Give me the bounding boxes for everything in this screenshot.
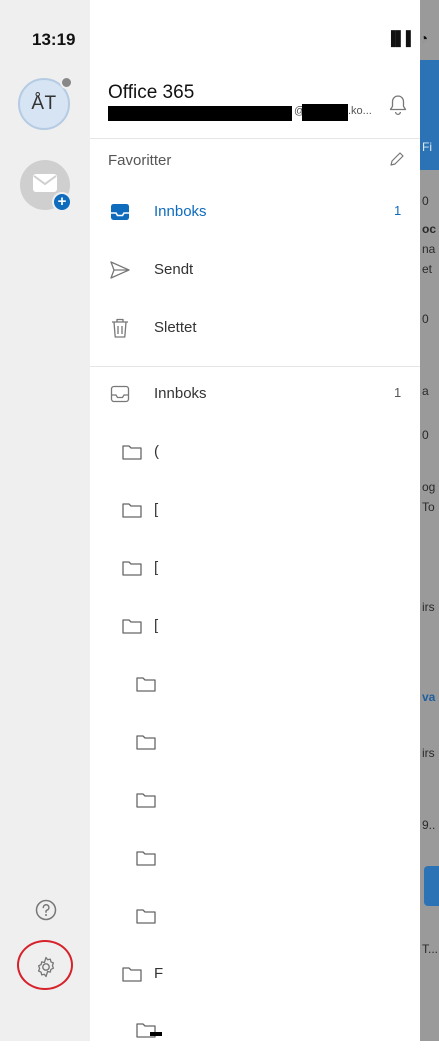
folder-label: [: [154, 617, 159, 634]
account-name: Office 365: [108, 82, 195, 103]
redacted-email-domain: [302, 104, 348, 121]
mail-icon: [32, 173, 58, 198]
favorites-heading: Favoritter: [108, 152, 172, 169]
folder-item-inbox[interactable]: Innboks 1: [90, 372, 420, 420]
mail-snippet: va: [422, 690, 436, 704]
inbox-icon: [108, 200, 132, 224]
folder-label: [: [154, 501, 159, 518]
folder-drawer: Office 365 @ .ko... Favoritter Innboks 1: [90, 0, 420, 1041]
trash-icon: [108, 316, 132, 340]
mail-snippet: T...: [422, 942, 439, 956]
unread-count: 1: [394, 203, 402, 218]
mail-snippet: 0: [422, 428, 429, 442]
divider: [90, 138, 420, 139]
dimmed-mail-list[interactable]: Fi 0 oc na et 0 a 0 og To irs va irs 9..…: [420, 0, 439, 1041]
mail-snippet: 0: [422, 312, 429, 326]
compose-button[interactable]: [424, 866, 439, 906]
unread-count: 1: [394, 385, 402, 400]
folder-icon: [120, 962, 144, 986]
folder-icon: [134, 1018, 158, 1042]
redacted-email-part: [108, 106, 292, 121]
subfolder-item[interactable]: [90, 1008, 420, 1056]
redacted-folder-name: [150, 1032, 162, 1036]
subfolder-item[interactable]: [90, 836, 420, 884]
subfolder-item[interactable]: [90, 720, 420, 768]
divider: [90, 366, 420, 367]
mail-snippet: 9..: [422, 818, 436, 832]
folder-icon: [120, 440, 144, 464]
folder-icon: [120, 614, 144, 638]
favorite-label: Innboks: [154, 203, 207, 220]
folder-icon: [120, 498, 144, 522]
mail-snippet: irs: [422, 600, 435, 614]
folder-icon: [134, 730, 158, 754]
presence-dot: [60, 76, 73, 89]
mail-snippet: oc: [422, 222, 437, 236]
highlight-circle: [17, 940, 73, 990]
folder-label: F: [154, 965, 164, 982]
folder-icon: [134, 846, 158, 870]
folder-item[interactable]: [: [90, 488, 420, 536]
status-time: 13:19: [32, 30, 76, 49]
mail-snippet: og: [422, 480, 436, 494]
edit-pencil-icon[interactable]: [388, 150, 406, 173]
favorite-label: Slettet: [154, 319, 197, 336]
folder-label: (: [154, 443, 159, 460]
account-rail: ÅT +: [0, 0, 90, 1041]
mail-snippet: a: [422, 384, 429, 398]
folder-item[interactable]: [: [90, 546, 420, 594]
mail-snippet: To: [422, 500, 435, 514]
mail-snippet: 0: [422, 194, 429, 208]
favorite-item-sent[interactable]: Sendt: [90, 248, 420, 296]
folder-item[interactable]: F: [90, 952, 420, 1000]
folder-icon: [120, 556, 144, 580]
avatar-initials: ÅT: [31, 93, 57, 114]
subfolder-item[interactable]: [90, 662, 420, 710]
favorite-item-inbox[interactable]: Innboks 1: [90, 190, 420, 238]
mail-snippet: na: [422, 242, 436, 256]
favorite-label: Sendt: [154, 261, 194, 278]
bell-icon[interactable]: [388, 94, 408, 121]
send-icon: [108, 258, 132, 282]
email-suffix: .ko...: [348, 105, 372, 117]
status-signal-icons: ▐▌▌ ◔: [386, 30, 429, 46]
mail-list-header-text: Fi: [422, 140, 432, 154]
subfolder-item[interactable]: [90, 778, 420, 826]
favorite-item-deleted[interactable]: Slettet: [90, 306, 420, 354]
folder-item[interactable]: (: [90, 430, 420, 478]
folder-icon: [134, 672, 158, 696]
folder-label: Innboks: [154, 385, 207, 402]
folder-label: [: [154, 559, 159, 576]
plus-icon: +: [52, 192, 72, 212]
folder-icon: [134, 904, 158, 928]
mail-snippet: et: [422, 262, 433, 276]
folder-icon: [134, 788, 158, 812]
help-icon[interactable]: [32, 896, 60, 924]
inbox-icon: [108, 382, 132, 406]
folder-item[interactable]: [: [90, 604, 420, 652]
subfolder-item[interactable]: [90, 894, 420, 942]
mail-snippet: irs: [422, 746, 435, 760]
